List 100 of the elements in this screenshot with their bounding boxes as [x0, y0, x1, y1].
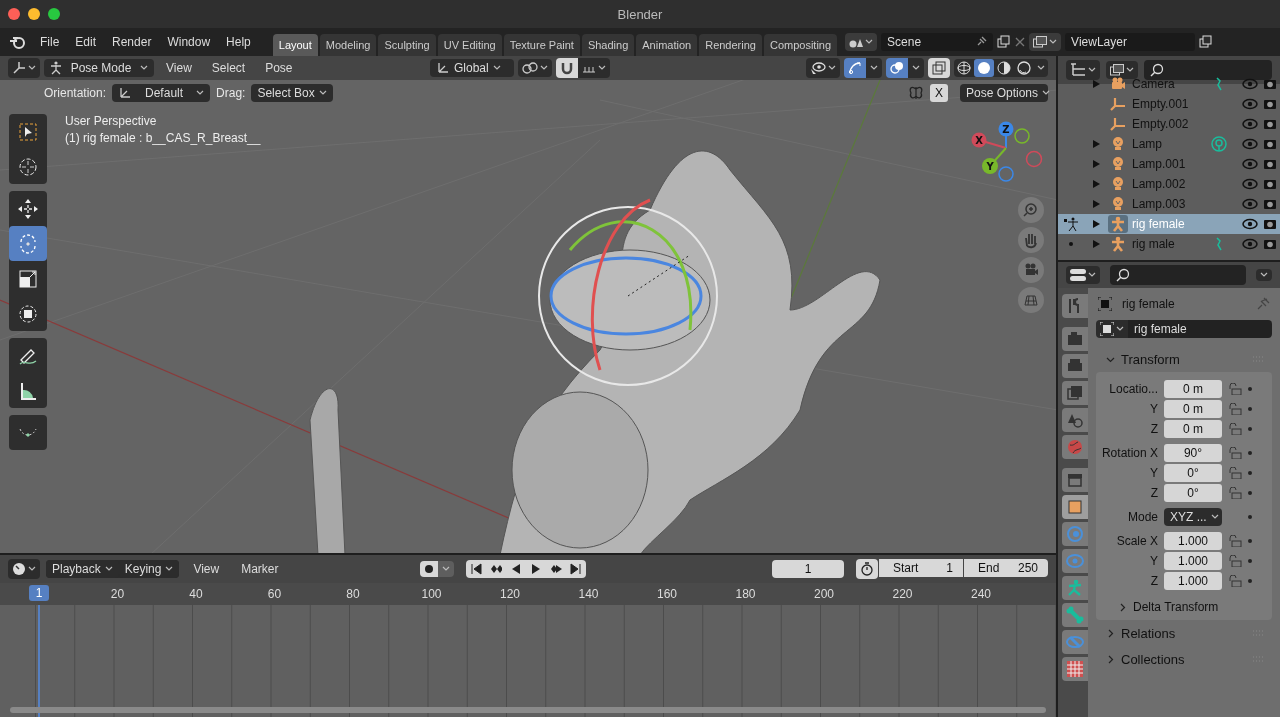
- view-layer-selector[interactable]: [1029, 33, 1062, 51]
- properties-tab[interactable]: [1062, 576, 1088, 600]
- menu-item[interactable]: Help: [218, 33, 259, 51]
- shading-rendered-button[interactable]: [1014, 59, 1034, 77]
- copy-icon[interactable]: [1199, 35, 1214, 49]
- orientation-dropdown[interactable]: Default: [112, 84, 211, 102]
- keyframe-dot-icon[interactable]: [1248, 491, 1252, 495]
- scrollbar[interactable]: [10, 707, 1046, 713]
- playhead-frame-label[interactable]: 1: [29, 585, 49, 601]
- menu-item[interactable]: View: [158, 59, 200, 77]
- keyframe-dot-icon[interactable]: [1248, 427, 1252, 431]
- workspace-tab[interactable]: Modeling: [319, 34, 377, 56]
- lock-icon[interactable]: [1228, 423, 1242, 435]
- preview-range-toggle[interactable]: [856, 559, 878, 579]
- editor-type-button[interactable]: [8, 58, 40, 78]
- keyframe-dot-icon[interactable]: [1248, 387, 1252, 391]
- menu-item[interactable]: Window: [159, 33, 219, 51]
- menu-item[interactable]: Edit: [67, 33, 105, 51]
- menu-item[interactable]: View: [185, 560, 228, 578]
- camera-icon[interactable]: [1263, 138, 1277, 150]
- properties-tab[interactable]: [1062, 354, 1088, 378]
- number-field[interactable]: 0 m: [1164, 420, 1222, 438]
- scene-field[interactable]: Scene: [881, 33, 994, 51]
- shading-wireframe-button[interactable]: [954, 59, 974, 77]
- snap-dropdown[interactable]: [578, 58, 610, 78]
- menu-item[interactable]: Select: [203, 59, 254, 77]
- workspace-tab[interactable]: Animation: [636, 34, 698, 56]
- camera-icon[interactable]: [1263, 118, 1277, 130]
- menu-item[interactable]: File: [32, 33, 68, 51]
- panel-header[interactable]: Relations: [1096, 620, 1272, 646]
- properties-tab[interactable]: [1062, 657, 1088, 681]
- overlay-toggle[interactable]: [886, 58, 908, 78]
- display-mode-button[interactable]: [1066, 60, 1100, 80]
- orientation-dropdown[interactable]: Global: [430, 59, 514, 77]
- keyframe-dot-icon[interactable]: [1248, 407, 1252, 411]
- lock-icon[interactable]: [1228, 467, 1242, 479]
- camera-icon[interactable]: [1263, 218, 1277, 230]
- lock-icon[interactable]: [1228, 535, 1242, 547]
- rotation-mode-dropdown[interactable]: XYZ ...: [1164, 508, 1222, 526]
- eye-icon[interactable]: [1242, 218, 1258, 230]
- gizmo-toggle[interactable]: [844, 58, 866, 78]
- camera-icon[interactable]: [1263, 178, 1277, 190]
- number-field[interactable]: 0°: [1164, 464, 1222, 482]
- keyframe-dot-icon[interactable]: [1248, 471, 1252, 475]
- hand-button[interactable]: [1018, 227, 1044, 253]
- record-dropdown[interactable]: [438, 561, 454, 577]
- number-field[interactable]: 90°: [1164, 444, 1222, 462]
- camera-icon[interactable]: [1263, 198, 1277, 210]
- workspace-tab[interactable]: UV Editing: [437, 34, 502, 56]
- workspace-tab[interactable]: Shading: [581, 34, 635, 56]
- camera-button[interactable]: [1018, 257, 1044, 283]
- properties-tab[interactable]: [1062, 294, 1088, 318]
- lock-icon[interactable]: [1228, 403, 1242, 415]
- view-layer-field[interactable]: ViewLayer: [1065, 33, 1196, 51]
- grid-button[interactable]: [1018, 287, 1044, 313]
- camera-icon[interactable]: [1263, 98, 1277, 110]
- record-button[interactable]: [420, 561, 438, 577]
- lock-icon[interactable]: [1228, 383, 1242, 395]
- workspace-tab[interactable]: Layout: [272, 34, 318, 56]
- workspace-tab[interactable]: Sculpting: [378, 34, 436, 56]
- editor-type-button[interactable]: [8, 559, 40, 579]
- menu-item[interactable]: Pose: [257, 59, 301, 77]
- menu-item[interactable]: Marker: [233, 560, 287, 578]
- editor-type-button[interactable]: [1066, 266, 1100, 284]
- properties-tab[interactable]: [1062, 495, 1088, 519]
- properties-tab[interactable]: [1062, 468, 1088, 492]
- start-frame-field[interactable]: Start 1: [879, 559, 963, 577]
- scene-selector[interactable]: [845, 33, 878, 51]
- properties-tab[interactable]: [1062, 435, 1088, 459]
- keyframe-dot-icon[interactable]: [1248, 559, 1252, 563]
- workspace-tab[interactable]: Texture Paint: [503, 34, 580, 56]
- subpanel-header[interactable]: Delta Transform: [1096, 596, 1268, 614]
- keyframe-dot-icon[interactable]: [1248, 539, 1252, 543]
- pivot-button[interactable]: [518, 59, 552, 77]
- number-field[interactable]: 0°: [1164, 484, 1222, 502]
- keyframe-dot-icon[interactable]: [1248, 451, 1252, 455]
- properties-tab[interactable]: [1062, 603, 1088, 627]
- number-field[interactable]: 1.000: [1164, 532, 1222, 550]
- mode-dropdown[interactable]: Pose Mode: [44, 59, 154, 77]
- options-dropdown[interactable]: [1256, 269, 1272, 281]
- drag-dropdown[interactable]: Select Box: [251, 84, 333, 102]
- lock-icon[interactable]: [1228, 575, 1242, 587]
- overlay-dropdown[interactable]: [908, 58, 924, 78]
- workspace-tab[interactable]: Rendering: [699, 34, 762, 56]
- close-icon[interactable]: [1015, 37, 1026, 47]
- search-field[interactable]: [1110, 265, 1246, 285]
- visibility-dropdown[interactable]: [806, 58, 840, 78]
- search-field[interactable]: [1144, 60, 1272, 80]
- camera-icon[interactable]: [1263, 238, 1277, 250]
- panel-header[interactable]: Transform: [1096, 346, 1272, 372]
- end-frame-field[interactable]: End 250: [964, 559, 1048, 577]
- shading-solid-button[interactable]: [974, 59, 994, 77]
- keyframe-dot-icon[interactable]: [1248, 515, 1252, 519]
- properties-tab[interactable]: [1062, 381, 1088, 405]
- properties-tab[interactable]: [1062, 408, 1088, 432]
- number-field[interactable]: 0 m: [1164, 400, 1222, 418]
- workspace-tab[interactable]: Compositing: [763, 34, 838, 56]
- filter-button[interactable]: [1106, 61, 1138, 79]
- camera-icon[interactable]: [1263, 158, 1277, 170]
- mirror-x-toggle[interactable]: X: [930, 84, 948, 102]
